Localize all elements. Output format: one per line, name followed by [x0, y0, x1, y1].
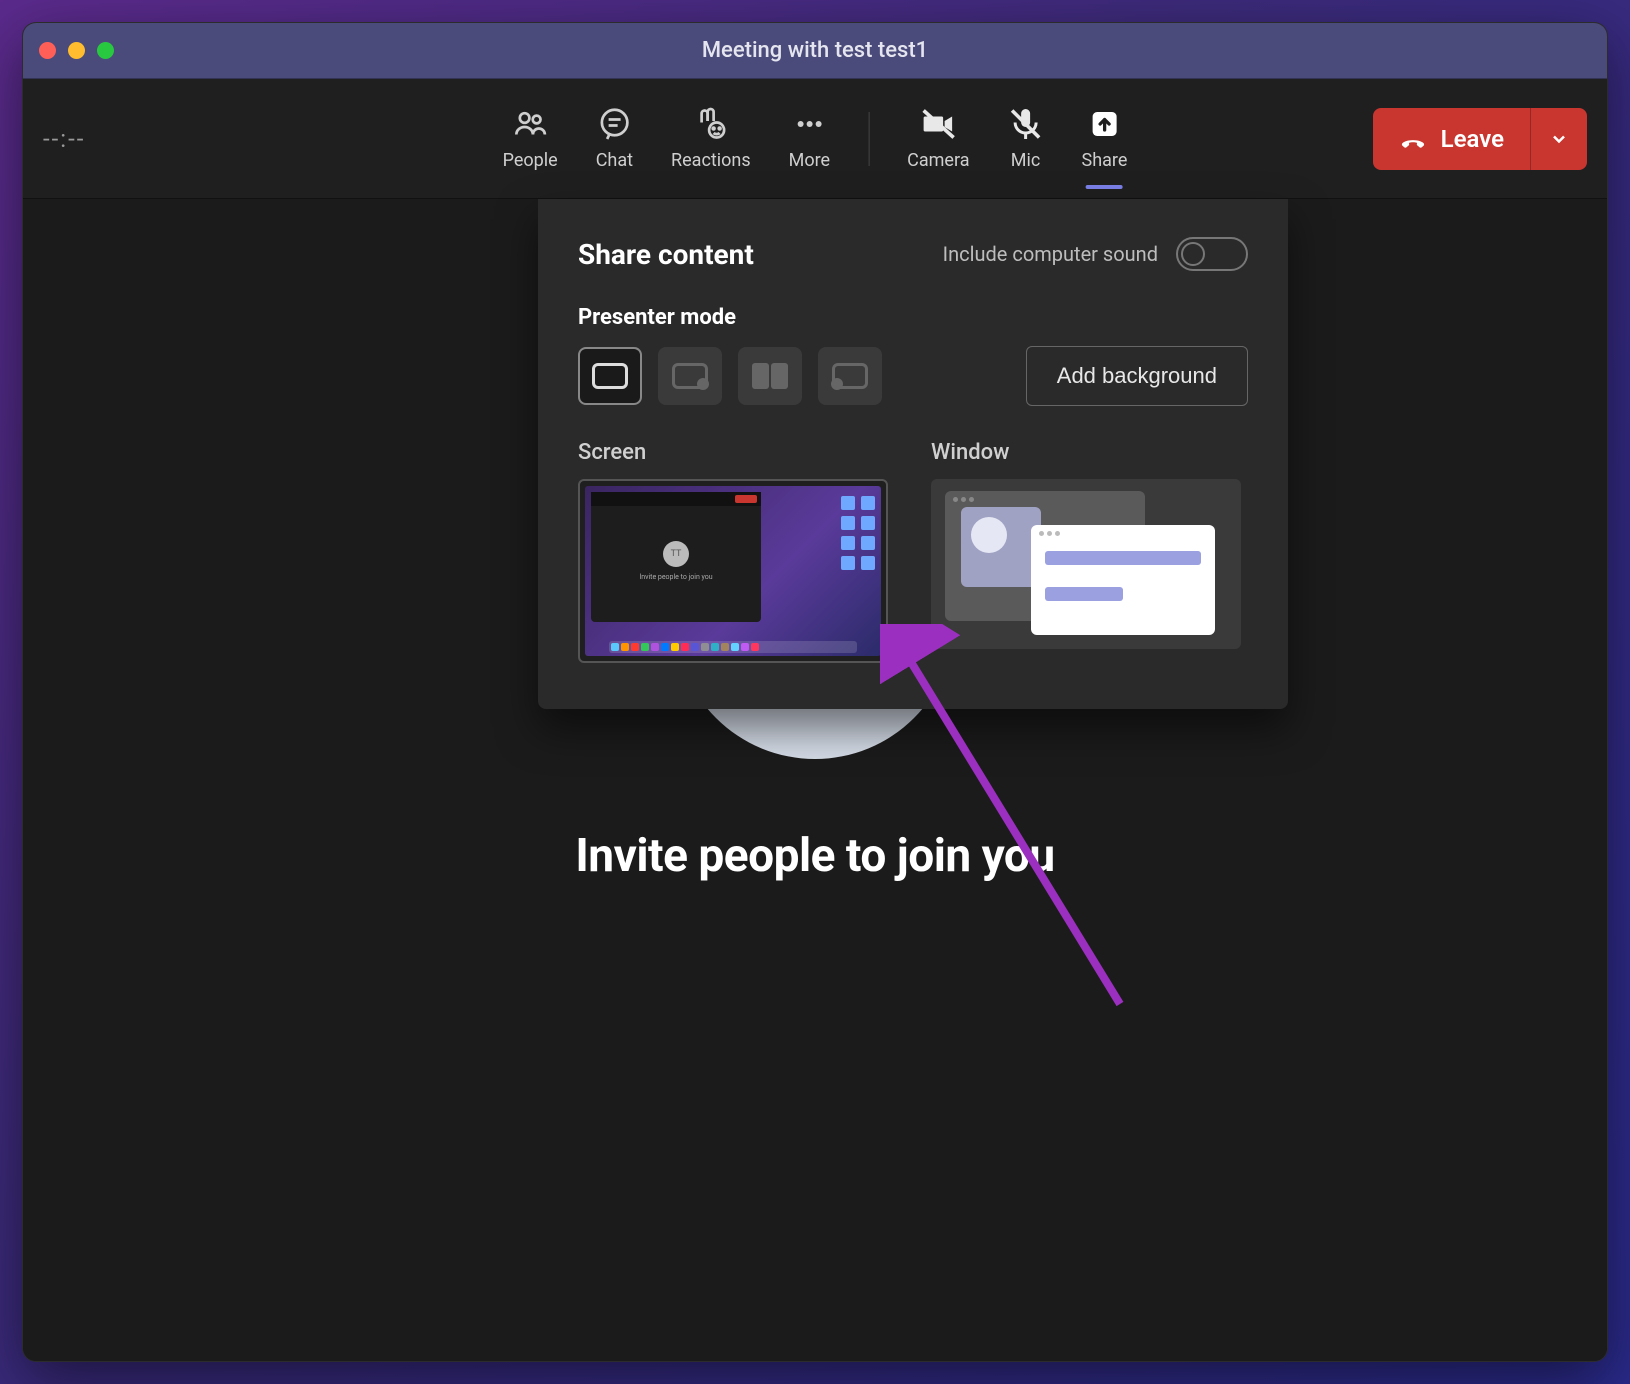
- maximize-window-button[interactable]: [97, 42, 114, 59]
- chevron-down-icon: [1549, 129, 1569, 149]
- share-label: Share: [1082, 150, 1128, 171]
- desktop-icons: [841, 496, 875, 570]
- share-window-option[interactable]: [931, 479, 1241, 649]
- presenter-mode-content-only[interactable]: [578, 347, 642, 405]
- camera-button[interactable]: Camera: [907, 106, 969, 171]
- mini-avatar: TT: [663, 541, 689, 567]
- mini-dock: [609, 641, 857, 653]
- screen-thumbnail: TT Invite people to join you: [585, 486, 881, 656]
- meeting-toolbar: --:-- People Chat: [23, 79, 1607, 199]
- meeting-timer: --:--: [43, 125, 85, 153]
- reporter-icon: [832, 363, 868, 389]
- more-label: More: [789, 150, 830, 171]
- presenter-mode-title: Presenter mode: [578, 305, 1248, 330]
- camera-off-icon: [920, 106, 956, 142]
- leave-button[interactable]: Leave: [1373, 108, 1531, 170]
- presenter-mode-reporter[interactable]: [818, 347, 882, 405]
- mic-off-icon: [1008, 106, 1044, 142]
- share-content-panel: Share content Include computer sound Pre…: [538, 199, 1288, 709]
- people-label: People: [503, 150, 558, 171]
- screen-label: Screen: [578, 440, 895, 465]
- share-panel-title: Share content: [578, 238, 754, 271]
- window-thumb-mid: [961, 507, 1041, 587]
- window-label: Window: [931, 440, 1248, 465]
- app-window: Meeting with test test1 --:-- People Cha…: [22, 22, 1608, 1362]
- traffic-lights: [39, 42, 114, 59]
- reactions-button[interactable]: Reactions: [671, 106, 751, 171]
- more-button[interactable]: More: [789, 106, 830, 171]
- leave-label: Leave: [1441, 125, 1504, 153]
- reactions-icon: [693, 106, 729, 142]
- chat-label: Chat: [596, 150, 633, 171]
- presenter-mode-side-by-side[interactable]: [738, 347, 802, 405]
- toggle-knob: [1181, 242, 1205, 266]
- chat-icon: [596, 106, 632, 142]
- mini-meeting-window: TT Invite people to join you: [591, 492, 761, 622]
- toolbar-center: People Chat Reactions: [503, 106, 1128, 171]
- toolbar-right: Leave: [1373, 108, 1587, 170]
- toolbar-divider: [868, 112, 869, 166]
- share-options: Screen TT Invite people to join you: [578, 440, 1248, 663]
- invite-heading: Invite people to join you: [575, 829, 1054, 883]
- include-sound-label: Include computer sound: [943, 242, 1158, 266]
- close-window-button[interactable]: [39, 42, 56, 59]
- presenter-mode-row: Add background: [578, 346, 1248, 406]
- camera-label: Camera: [907, 150, 969, 171]
- side-by-side-icon: [752, 363, 788, 389]
- more-icon: [791, 106, 827, 142]
- window-thumb-front: [1031, 525, 1215, 635]
- share-screen-column: Screen TT Invite people to join you: [578, 440, 895, 663]
- share-panel-header: Share content Include computer sound: [578, 237, 1248, 271]
- standout-icon: [672, 363, 708, 389]
- leave-button-group: Leave: [1373, 108, 1587, 170]
- hangup-icon: [1399, 125, 1427, 153]
- window-title: Meeting with test test1: [23, 38, 1607, 63]
- title-bar: Meeting with test test1: [23, 23, 1607, 79]
- mic-label: Mic: [1011, 150, 1041, 171]
- reactions-label: Reactions: [671, 150, 751, 171]
- share-button[interactable]: Share: [1082, 106, 1128, 171]
- mic-button[interactable]: Mic: [1008, 106, 1044, 171]
- content-only-icon: [592, 363, 628, 389]
- people-icon: [512, 106, 548, 142]
- people-button[interactable]: People: [503, 106, 558, 171]
- presenter-mode-standout[interactable]: [658, 347, 722, 405]
- add-background-button[interactable]: Add background: [1026, 346, 1248, 406]
- share-window-column: Window: [931, 440, 1248, 663]
- leave-options-button[interactable]: [1531, 108, 1587, 170]
- share-icon: [1086, 106, 1122, 142]
- include-sound-toggle[interactable]: [1176, 237, 1248, 271]
- include-sound-row: Include computer sound: [943, 237, 1248, 271]
- share-screen-option[interactable]: TT Invite people to join you: [578, 479, 888, 663]
- chat-button[interactable]: Chat: [596, 106, 633, 171]
- mini-caption: Invite people to join you: [639, 573, 712, 581]
- minimize-window-button[interactable]: [68, 42, 85, 59]
